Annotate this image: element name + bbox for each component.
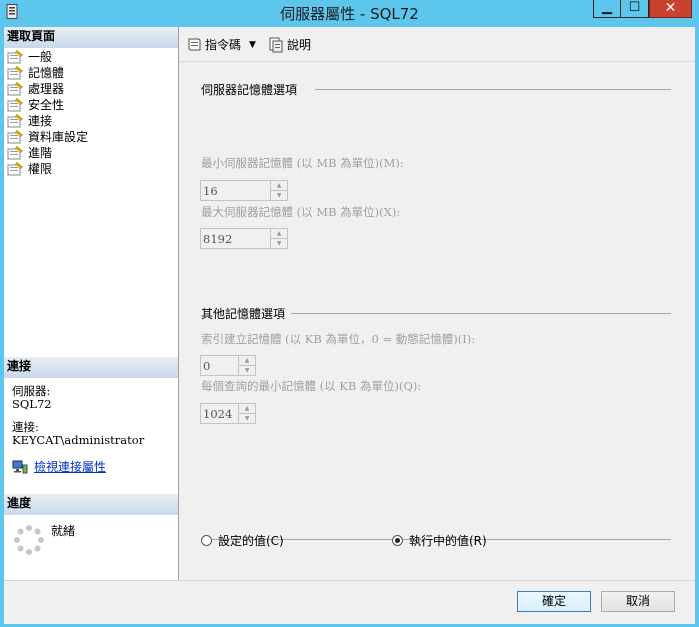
- toolbar: 指令碼 ▼ 說明: [179, 27, 695, 62]
- min-query-memory-label: 每個查詢的最小記憶體 (以 KB 為單位)(Q):: [201, 379, 422, 393]
- wrench-page-icon: [7, 130, 23, 144]
- button-bar: 確定 取消: [4, 580, 695, 624]
- chevron-down-icon[interactable]: ▼: [249, 40, 256, 50]
- page-item-label: 資料庫設定: [28, 130, 89, 144]
- max-memory-spinner[interactable]: 8192 ▲ ▼: [200, 228, 288, 249]
- min-memory-spinner[interactable]: 16 ▲ ▼: [200, 180, 288, 201]
- page-item-connections[interactable]: 連接: [7, 113, 88, 129]
- progress-status: 就緒: [51, 524, 76, 538]
- wrench-page-icon: [7, 146, 23, 160]
- help-label: 說明: [287, 38, 312, 52]
- group-divider: [315, 89, 671, 90]
- group-divider: [291, 313, 671, 314]
- page-item-label: 安全性: [28, 98, 65, 112]
- view-connection-properties-link[interactable]: 檢視連接屬性: [34, 458, 106, 475]
- server-properties-window: 伺服器屬性 - SQL72 ▁ ☐ ✕ 選取頁面 一般 記憶體 處理器 安全性 …: [0, 0, 699, 627]
- wrench-page-icon: [7, 162, 23, 176]
- radio-circle: [201, 535, 212, 546]
- help-button[interactable]: 說明: [268, 36, 311, 53]
- radio-circle-selected: [392, 535, 403, 546]
- network-icon: [12, 460, 28, 473]
- cancel-button[interactable]: 取消: [601, 591, 675, 612]
- memory-page-content: 伺服器記憶體選項 最小伺服器記憶體 (以 MB 為單位)(M): 16 ▲ ▼ 最…: [179, 63, 695, 580]
- spin-up-icon[interactable]: ▲: [239, 404, 255, 414]
- configured-values-radio[interactable]: 設定的值(C): [201, 532, 284, 549]
- script-icon: [188, 38, 201, 50]
- page-item-database-settings[interactable]: 資料庫設定: [7, 129, 88, 145]
- max-memory-label: 最大伺服器記憶體 (以 MB 為單位)(X):: [201, 205, 401, 219]
- index-memory-label: 索引建立記憶體 (以 KB 為單位，0 = 動態記憶體)(I):: [201, 332, 476, 346]
- script-button[interactable]: 指令碼 ▼: [186, 36, 256, 53]
- wrench-page-icon: [7, 50, 23, 64]
- other-memory-group-title: 其他記憶體選項: [201, 307, 286, 321]
- spinner-arrows: ▲ ▼: [270, 181, 287, 200]
- page-item-memory[interactable]: 記憶體: [7, 65, 88, 81]
- spin-up-icon[interactable]: ▲: [239, 356, 255, 366]
- connection-value: KEYCAT\administrator: [12, 433, 145, 447]
- ok-button[interactable]: 確定: [517, 591, 591, 612]
- page-item-label: 一般: [28, 50, 53, 64]
- spinner-arrows: ▲ ▼: [238, 404, 255, 423]
- spinner-icon: [14, 525, 44, 555]
- page-item-label: 連接: [28, 114, 53, 128]
- page-item-general[interactable]: 一般: [7, 49, 88, 65]
- server-value: SQL72: [12, 397, 52, 411]
- wrench-page-icon: [7, 114, 23, 128]
- spin-up-icon[interactable]: ▲: [271, 181, 287, 191]
- close-icon: ✕: [664, 0, 677, 16]
- dialog-client: 選取頁面 一般 記憶體 處理器 安全性 連接 資料庫設定 進階 權限 連接 伺服…: [4, 27, 695, 624]
- min-memory-label: 最小伺服器記憶體 (以 MB 為單位)(M):: [201, 156, 404, 170]
- page-item-permissions[interactable]: 權限: [7, 161, 88, 177]
- wrench-page-icon: [7, 66, 23, 80]
- min-memory-value: 16: [203, 184, 218, 198]
- maximize-button[interactable]: ☐: [621, 0, 649, 18]
- script-label: 指令碼: [205, 38, 242, 52]
- running-values-label: 執行中的值(R): [409, 534, 487, 548]
- spin-down-icon[interactable]: ▼: [239, 366, 255, 375]
- min-query-memory-spinner[interactable]: 1024 ▲ ▼: [200, 403, 256, 424]
- select-page-header: 選取頁面: [4, 27, 178, 48]
- wrench-page-icon: [7, 98, 23, 112]
- page-item-label: 處理器: [28, 82, 65, 96]
- page-item-label: 記憶體: [28, 66, 65, 80]
- page-item-label: 進階: [28, 146, 53, 160]
- spin-up-icon[interactable]: ▲: [271, 229, 287, 239]
- minimize-icon: ▁: [602, 0, 612, 15]
- server-memory-group-title: 伺服器記憶體選項: [201, 83, 298, 97]
- connection-info: 伺服器: SQL72 連接: KEYCAT\administrator: [12, 385, 144, 447]
- page-item-processors[interactable]: 處理器: [7, 81, 88, 97]
- left-panel: 選取頁面 一般 記憶體 處理器 安全性 連接 資料庫設定 進階 權限 連接 伺服…: [4, 27, 179, 580]
- title-bar[interactable]: 伺服器屬性 - SQL72 ▁ ☐ ✕: [0, 0, 699, 24]
- max-memory-value: 8192: [203, 232, 233, 246]
- spinner-arrows: ▲ ▼: [270, 229, 287, 248]
- page-item-label: 權限: [28, 162, 53, 176]
- maximize-icon: ☐: [628, 0, 641, 15]
- close-button[interactable]: ✕: [649, 0, 692, 18]
- help-icon: [269, 37, 283, 52]
- connection-header: 連接: [4, 357, 178, 378]
- spinner-arrows: ▲ ▼: [238, 356, 255, 375]
- spin-down-icon[interactable]: ▼: [271, 191, 287, 200]
- wrench-page-icon: [7, 82, 23, 96]
- page-item-security[interactable]: 安全性: [7, 97, 88, 113]
- min-query-memory-value: 1024: [203, 407, 233, 421]
- radio-dot: [395, 538, 400, 543]
- right-panel: 指令碼 ▼ 說明 伺服器記憶體選項 最小伺服器記憶體 (以 MB 為單位)(M)…: [179, 27, 695, 580]
- index-memory-spinner[interactable]: 0 ▲ ▼: [200, 355, 256, 376]
- page-list: 一般 記憶體 處理器 安全性 連接 資料庫設定 進階 權限: [7, 49, 88, 177]
- page-item-advanced[interactable]: 進階: [7, 145, 88, 161]
- view-connection-properties[interactable]: 檢視連接屬性: [12, 458, 106, 475]
- progress-header: 進度: [4, 494, 178, 515]
- running-values-radio[interactable]: 執行中的值(R): [392, 532, 487, 549]
- spin-down-icon[interactable]: ▼: [271, 239, 287, 248]
- spin-down-icon[interactable]: ▼: [239, 414, 255, 423]
- index-memory-value: 0: [203, 359, 211, 373]
- minimize-button[interactable]: ▁: [593, 0, 621, 18]
- configured-values-label: 設定的值(C): [218, 534, 284, 548]
